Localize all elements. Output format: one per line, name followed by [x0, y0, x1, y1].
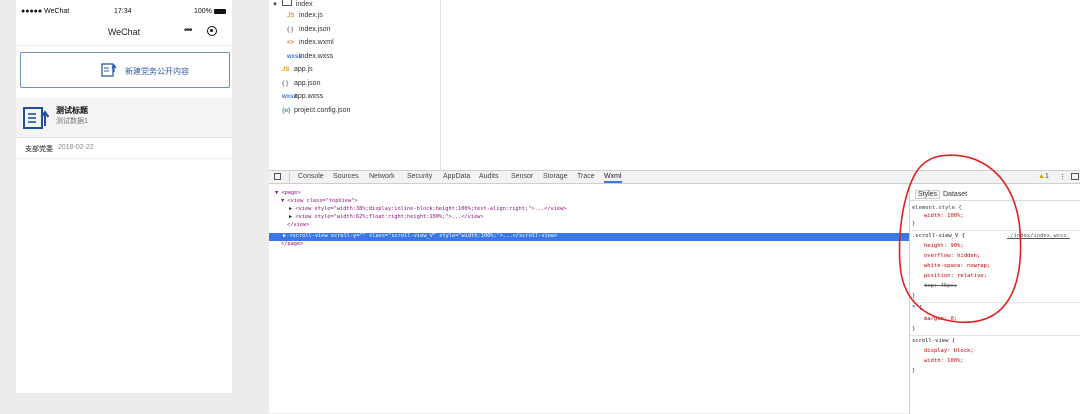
item-tag: 支部党委 — [25, 146, 53, 153]
tab-sensor[interactable]: Sensor — [511, 173, 533, 180]
annotation-circle — [898, 154, 1022, 323]
list-item[interactable]: 测试标题 测试数据1 — [16, 98, 232, 138]
file-item[interactable]: JS app.js — [282, 66, 313, 73]
tab-wxml[interactable]: Wxml — [604, 173, 622, 183]
new-content-button-label: 新建党务公开内容 — [125, 67, 189, 76]
file-name: app.js — [294, 66, 313, 73]
wxml-view2-text: <view style="width:62%;float:right;heigh… — [295, 214, 484, 220]
file-name: project.config.json — [294, 106, 351, 114]
folder-label: index — [295, 1, 313, 8]
wxml-view1-text: <view style="width:38%;display:inline-bl… — [295, 206, 567, 212]
tab-appdata[interactable]: AppData — [443, 173, 470, 180]
file-type-icon: wxss — [287, 53, 302, 60]
editor-area — [441, 0, 1080, 170]
tab-storage[interactable]: Storage — [543, 173, 568, 180]
wxml-selected-row[interactable]: ▶ <scroll-view scroll-y="" class="scroll… — [269, 233, 910, 241]
more-icon[interactable]: ••• — [184, 25, 192, 36]
tab-trace[interactable]: Trace — [577, 173, 595, 180]
tab-divider — [289, 172, 290, 182]
tab-console[interactable]: Console — [298, 173, 324, 180]
file-type-icon: JS — [282, 67, 290, 73]
file-type-icon: { } — [287, 26, 294, 33]
wxml-view-close[interactable]: </view> — [287, 222, 309, 229]
file-tree: ▼ index JS index.js { } index.json <> index.w… — [269, 0, 441, 170]
carrier-label: ●●●●● WeChat — [21, 8, 70, 15]
item-date: 2018-02-22 — [58, 144, 94, 151]
file-type-icon: <> — [287, 40, 295, 46]
file-name: index.js — [299, 12, 323, 19]
wxml-view1[interactable]: ▶ <view style="width:38%;display:inline-… — [289, 206, 566, 213]
nav-title: WeChat — [107, 27, 141, 37]
item-subtitle: 测试数据1 — [56, 118, 88, 125]
file-name: app.wxss — [294, 93, 324, 100]
file-item[interactable]: { } index.json — [287, 26, 331, 33]
file-item[interactable]: <> index.wxml — [287, 39, 334, 46]
nav-bar: WeChat ••• — [16, 20, 232, 46]
wxml-view2[interactable]: ▶ <view style="width:62%;float:right;hei… — [289, 214, 484, 221]
wxml-view-open[interactable]: ▼ <view class="topView"> — [281, 198, 358, 205]
item-meta-row: 支部党委 2018-02-22 — [16, 139, 232, 159]
scroll-view-close: } — [912, 368, 916, 374]
chevron-down-icon: ▼ — [272, 2, 278, 8]
file-item[interactable]: wxssapp.wxss — [282, 93, 323, 100]
phone-simulator: ●●●●● WeChat 17:34 100% WeChat ••• 新建党务公… — [16, 0, 232, 393]
tab-sources[interactable]: Sources — [333, 173, 359, 180]
warning-count: 1 — [1044, 173, 1049, 180]
close-capsule-icon[interactable] — [207, 26, 217, 36]
wxml-scroll-view: ▶ <scroll-view scroll-y="" class="scroll… — [283, 233, 558, 239]
file-type-icon: { } — [282, 80, 289, 87]
wxml-page-close[interactable]: </page> — [281, 241, 303, 248]
tab-audits[interactable]: Audits — [479, 173, 498, 180]
new-content-button[interactable]: 新建党务公开内容 — [20, 52, 230, 88]
more-vert-icon[interactable]: ⋮ — [1059, 173, 1066, 181]
time-label: 17:34 — [114, 8, 132, 15]
dock-icon[interactable] — [1071, 173, 1079, 180]
wxml-scroll-view-text: <scroll-view scroll-y="" class="scroll-v… — [289, 233, 558, 239]
file-name: index.wxml — [299, 39, 334, 46]
file-name: index.wxss — [299, 52, 334, 60]
folder-icon — [281, 0, 292, 6]
scroll-view-prop-display[interactable]: display: block; — [924, 348, 974, 354]
file-type-icon: wxss — [282, 94, 297, 100]
warning-icon[interactable]: ▲1 — [1038, 173, 1049, 180]
scroll-view-prop-width[interactable]: width: 100%; — [924, 358, 964, 364]
rule-divider-3 — [910, 335, 1080, 336]
file-name: app.json — [294, 79, 321, 87]
scroll-view-selector: scroll-view { — [912, 338, 956, 344]
item-title: 测试标题 — [56, 106, 88, 115]
file-item[interactable]: { } app.json — [282, 80, 320, 87]
battery-label: 100% — [194, 8, 212, 15]
wxml-view-open-text: <view class="topView"> — [287, 198, 358, 204]
folder-index[interactable]: ▼ index — [272, 0, 313, 8]
wxml-page-open[interactable]: ▼ <page> — [275, 190, 301, 197]
wxml-page-open-text: <page> — [281, 190, 301, 196]
file-item[interactable]: JS index.js — [287, 12, 323, 19]
status-bar: ●●●●● WeChat 17:34 100% — [16, 0, 232, 20]
file-item[interactable]: {o} project.config.json — [282, 107, 350, 114]
inspect-element-icon[interactable] — [274, 173, 281, 180]
file-type-icon: JS — [287, 13, 295, 19]
file-item[interactable]: wxssindex.wxss — [287, 53, 333, 60]
tab-security[interactable]: Security — [407, 173, 432, 180]
upload-doc-icon — [101, 63, 117, 77]
file-name: index.json — [299, 25, 331, 33]
battery-icon — [214, 9, 226, 14]
file-type-icon: {o} — [282, 107, 291, 114]
tab-network[interactable]: Network — [369, 173, 395, 180]
document-upload-icon — [23, 107, 49, 129]
